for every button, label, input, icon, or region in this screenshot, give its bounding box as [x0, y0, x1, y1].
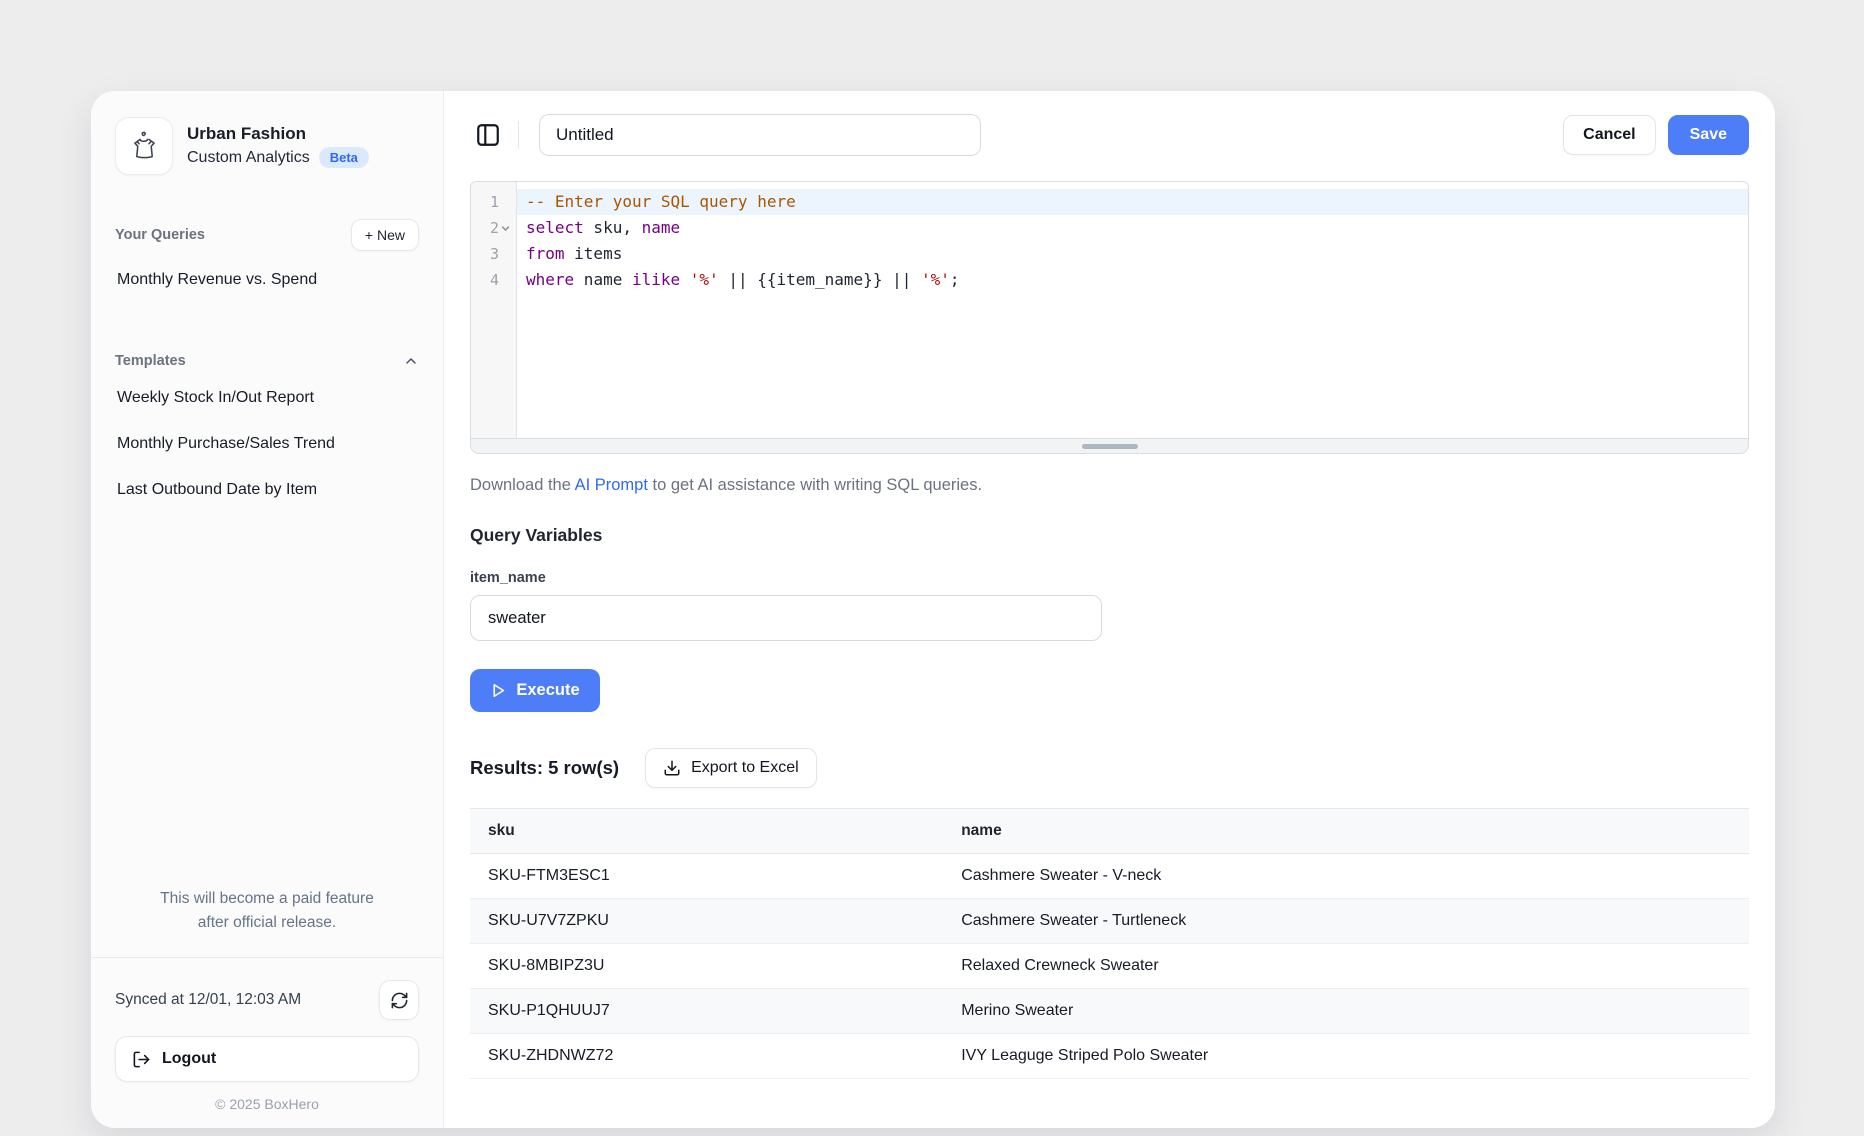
- query-variables-heading: Query Variables: [470, 525, 1749, 546]
- sidebar-toggle-button[interactable]: [470, 117, 506, 153]
- execute-button[interactable]: Execute: [470, 669, 600, 712]
- topbar: Cancel Save: [470, 113, 1749, 157]
- name-cell: Relaxed Crewneck Sweater: [943, 944, 1749, 989]
- column-header-sku: sku: [470, 809, 943, 854]
- ai-note: Download the AI Prompt to get AI assista…: [470, 476, 1749, 495]
- code-line[interactable]: where name ilike '%' || {{item_name}} ||…: [517, 267, 1748, 293]
- table-row: SKU-U7V7ZPKUCashmere Sweater - Turtlenec…: [470, 899, 1749, 944]
- product-name: Custom Analytics: [187, 149, 310, 167]
- copyright: © 2025 BoxHero: [115, 1096, 419, 1112]
- templates-list: Weekly Stock In/Out ReportMonthly Purcha…: [115, 375, 419, 513]
- query-title-input[interactable]: [539, 114, 981, 156]
- beta-badge: Beta: [319, 147, 369, 168]
- fold-chevron-icon[interactable]: [499, 223, 512, 234]
- variable-value-input[interactable]: [470, 595, 1102, 641]
- refresh-icon: [390, 991, 409, 1010]
- queries-list: Monthly Revenue vs. Spend: [115, 257, 419, 303]
- topbar-separator: [518, 121, 519, 149]
- download-icon: [663, 759, 681, 777]
- line-number: 1: [471, 189, 516, 215]
- sidebar-query-item[interactable]: Monthly Revenue vs. Spend: [115, 257, 419, 303]
- paid-feature-note: This will become a paid feature after of…: [115, 887, 419, 935]
- name-cell: IVY Leaguge Striped Polo Sweater: [943, 1034, 1749, 1079]
- results-summary: Results: 5 row(s): [470, 757, 619, 779]
- line-number: 4: [471, 267, 516, 293]
- editor-gutter: 1234: [471, 182, 517, 438]
- sidebar-divider: [91, 957, 443, 958]
- brand-logo: [115, 117, 173, 175]
- main-panel: Cancel Save 1234 -- Enter your SQL query…: [444, 91, 1775, 1128]
- line-number: 3: [471, 241, 516, 267]
- name-cell: Cashmere Sweater - V-neck: [943, 854, 1749, 899]
- ai-prompt-link[interactable]: AI Prompt: [575, 476, 648, 494]
- sku-cell: SKU-8MBIPZ3U: [470, 944, 943, 989]
- shirt-logo-icon: [127, 129, 161, 163]
- export-to-excel-button[interactable]: Export to Excel: [645, 748, 817, 788]
- editor-resize-handle[interactable]: [470, 439, 1749, 454]
- name-cell: Cashmere Sweater - Turtleneck: [943, 899, 1749, 944]
- sidebar-template-item[interactable]: Weekly Stock In/Out Report: [115, 375, 419, 421]
- line-number: 2: [471, 215, 516, 241]
- name-cell: Merino Sweater: [943, 989, 1749, 1034]
- table-row: SKU-FTM3ESC1Cashmere Sweater - V-neck: [470, 854, 1749, 899]
- results-table: skuname SKU-FTM3ESC1Cashmere Sweater - V…: [470, 808, 1749, 1079]
- editor-code[interactable]: -- Enter your SQL query hereselect sku, …: [517, 182, 1748, 438]
- column-header-name: name: [943, 809, 1749, 854]
- table-row: SKU-ZHDNWZ72IVY Leaguge Striped Polo Swe…: [470, 1034, 1749, 1079]
- sidebar-template-item[interactable]: Last Outbound Date by Item: [115, 467, 419, 513]
- sku-cell: SKU-FTM3ESC1: [470, 854, 943, 899]
- logout-button[interactable]: Logout: [115, 1036, 419, 1082]
- brand-text: Urban Fashion Custom Analytics Beta: [187, 124, 369, 168]
- sidebar-template-item[interactable]: Monthly Purchase/Sales Trend: [115, 421, 419, 467]
- table-row: SKU-8MBIPZ3URelaxed Crewneck Sweater: [470, 944, 1749, 989]
- templates-label: Templates: [115, 353, 186, 369]
- brand-row: Urban Fashion Custom Analytics Beta: [115, 117, 419, 175]
- sku-cell: SKU-U7V7ZPKU: [470, 899, 943, 944]
- save-button[interactable]: Save: [1668, 115, 1749, 155]
- variable-name-label: item_name: [470, 570, 1749, 586]
- refresh-button[interactable]: [379, 980, 419, 1020]
- synced-status: Synced at 12/01, 12:03 AM: [115, 991, 301, 1009]
- sql-editor[interactable]: 1234 -- Enter your SQL query hereselect …: [470, 181, 1749, 454]
- table-row: SKU-P1QHUUJ7Merino Sweater: [470, 989, 1749, 1034]
- sku-cell: SKU-P1QHUUJ7: [470, 989, 943, 1034]
- play-icon: [490, 682, 507, 699]
- code-line[interactable]: select sku, name: [517, 215, 1748, 241]
- new-query-button[interactable]: + New: [351, 219, 419, 251]
- brand-name: Urban Fashion: [187, 124, 369, 144]
- cancel-button[interactable]: Cancel: [1563, 115, 1655, 155]
- logout-icon: [132, 1050, 151, 1069]
- resize-grip-icon: [1082, 444, 1138, 449]
- sidebar: Urban Fashion Custom Analytics Beta Your…: [91, 91, 444, 1128]
- app-card: Urban Fashion Custom Analytics Beta Your…: [91, 91, 1775, 1128]
- sku-cell: SKU-ZHDNWZ72: [470, 1034, 943, 1079]
- panel-left-icon: [475, 122, 501, 148]
- code-line[interactable]: from items: [517, 241, 1748, 267]
- your-queries-label: Your Queries: [115, 227, 205, 243]
- code-line[interactable]: -- Enter your SQL query here: [517, 189, 1748, 215]
- chevron-up-icon[interactable]: [403, 353, 419, 369]
